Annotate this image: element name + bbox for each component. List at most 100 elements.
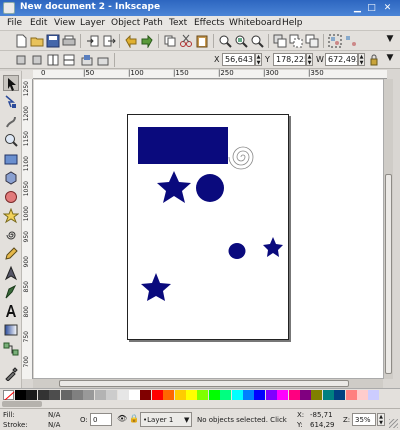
print-icon[interactable]: [62, 34, 76, 48]
connector-tool-icon[interactable]: [3, 341, 19, 357]
selector-tool-icon[interactable]: [3, 75, 19, 91]
color-swatch[interactable]: [49, 390, 61, 400]
import-icon[interactable]: [86, 34, 100, 48]
flip-vertical-icon[interactable]: [62, 53, 76, 67]
w-spinner[interactable]: ▲ ▼: [358, 53, 365, 66]
zoom-spinner[interactable]: ▲ ▼: [377, 413, 385, 426]
no-paint-swatch[interactable]: [3, 390, 15, 401]
close-window-button[interactable]: ✕: [382, 3, 393, 14]
star-shape[interactable]: [157, 171, 191, 203]
vertical-scroll-thumb[interactable]: [385, 174, 392, 374]
color-swatch[interactable]: [151, 390, 163, 400]
node-tool-icon[interactable]: [3, 94, 19, 110]
flip-horizontal-icon[interactable]: [46, 53, 60, 67]
color-swatch[interactable]: [231, 390, 243, 400]
star-shape[interactable]: [263, 237, 283, 257]
color-swatch[interactable]: [174, 390, 186, 400]
color-swatch[interactable]: [37, 390, 49, 400]
color-swatch[interactable]: [208, 390, 220, 400]
w-field[interactable]: 672,492: [325, 53, 358, 66]
text-tool-icon[interactable]: [3, 303, 19, 319]
color-swatch[interactable]: [117, 390, 129, 400]
zoom-tool-icon[interactable]: [3, 132, 19, 148]
cut-icon[interactable]: [179, 34, 193, 48]
3d-box-tool-icon[interactable]: [3, 170, 19, 186]
rectangle-tool-icon[interactable]: [3, 151, 19, 167]
color-swatch[interactable]: [277, 390, 289, 400]
vertical-ruler[interactable]: 1250 1200 1150 1100 1050 1000 950 900 85…: [22, 79, 33, 379]
opacity-field[interactable]: 0: [90, 413, 112, 426]
group-icon[interactable]: [328, 34, 342, 48]
new-document-icon[interactable]: [14, 34, 28, 48]
color-swatch[interactable]: [140, 390, 152, 400]
color-swatch[interactable]: [106, 390, 118, 400]
pen-tool-icon[interactable]: [3, 265, 19, 281]
unlink-clone-icon[interactable]: [305, 34, 319, 48]
color-swatch[interactable]: [265, 390, 277, 400]
undo-icon[interactable]: [124, 34, 138, 48]
export-icon[interactable]: [102, 34, 116, 48]
color-swatch[interactable]: [345, 390, 357, 400]
color-swatch[interactable]: [26, 390, 38, 400]
menu-help[interactable]: Help: [282, 18, 303, 28]
color-swatch[interactable]: [300, 390, 311, 400]
menu-layer[interactable]: Layer: [80, 18, 105, 28]
zoom-field[interactable]: 35%: [352, 413, 376, 426]
raise-to-top-icon[interactable]: [80, 53, 94, 67]
dropper-tool-icon[interactable]: [3, 365, 19, 381]
stroke-value[interactable]: N/A: [48, 421, 60, 429]
menu-whiteboard[interactable]: Whiteboard: [229, 18, 281, 28]
horizontal-scrollbar[interactable]: [33, 378, 383, 388]
resize-grip-icon[interactable]: [389, 419, 398, 428]
menu-path[interactable]: Path: [143, 18, 163, 28]
horizontal-ruler[interactable]: 0 |50 |100 |150 |250 |300 |350: [33, 69, 387, 79]
save-document-icon[interactable]: [46, 34, 60, 48]
y-spinner[interactable]: ▲ ▼: [306, 53, 313, 66]
rotate-90-ccw-icon[interactable]: [14, 53, 28, 67]
open-document-icon[interactable]: [30, 34, 44, 48]
toolbar-overflow-icon[interactable]: ▼: [383, 34, 397, 48]
menu-view[interactable]: View: [54, 18, 75, 28]
rotate-90-cw-icon[interactable]: [30, 53, 44, 67]
layer-lock-icon[interactable]: 🔒: [129, 414, 139, 424]
color-swatch[interactable]: [94, 390, 106, 400]
maximize-window-button[interactable]: □: [366, 3, 377, 14]
color-swatch[interactable]: [243, 390, 254, 400]
calligraphy-tool-icon[interactable]: [3, 284, 19, 300]
duplicate-icon[interactable]: [273, 34, 287, 48]
x-spinner[interactable]: ▲ ▼: [255, 53, 262, 66]
menu-object[interactable]: Object: [111, 18, 140, 28]
controls-overflow-icon[interactable]: ▼: [383, 53, 397, 67]
rectangle-shape[interactable]: [138, 127, 228, 164]
color-swatch[interactable]: [72, 390, 83, 400]
color-swatch[interactable]: [368, 390, 380, 400]
layer-visibility-icon[interactable]: 👁: [117, 414, 127, 424]
minimize-window-button[interactable]: ▁: [352, 3, 363, 14]
menu-file[interactable]: File: [7, 18, 22, 28]
menu-effects[interactable]: Effects: [194, 18, 225, 28]
color-swatch[interactable]: [322, 390, 334, 400]
menu-edit[interactable]: Edit: [30, 18, 47, 28]
palette-scrollbar[interactable]: [0, 400, 400, 408]
y-field[interactable]: 178,225: [273, 53, 306, 66]
horizontal-scroll-thumb[interactable]: [59, 380, 349, 387]
color-swatch[interactable]: [357, 390, 368, 400]
ungroup-icon[interactable]: [344, 34, 358, 48]
color-swatch[interactable]: [15, 390, 26, 400]
spiral-shape[interactable]: [228, 146, 254, 170]
vertical-scrollbar[interactable]: [383, 79, 393, 379]
drawing-canvas[interactable]: [34, 80, 383, 378]
zoom-drawing-icon[interactable]: [234, 34, 248, 48]
paste-icon[interactable]: [195, 34, 209, 48]
ellipse-tool-icon[interactable]: [3, 189, 19, 205]
clone-icon[interactable]: [289, 34, 303, 48]
ellipse-shape[interactable]: [228, 243, 246, 259]
layer-select[interactable]: •Layer 1 ▼: [140, 412, 192, 427]
fill-value[interactable]: N/A: [48, 411, 60, 419]
zoom-page-icon[interactable]: [250, 34, 264, 48]
color-swatch[interactable]: [197, 390, 209, 400]
star-shape[interactable]: [141, 273, 171, 301]
gradient-tool-icon[interactable]: [3, 322, 19, 338]
star-tool-icon[interactable]: [3, 208, 19, 224]
menu-text[interactable]: Text: [169, 18, 187, 28]
